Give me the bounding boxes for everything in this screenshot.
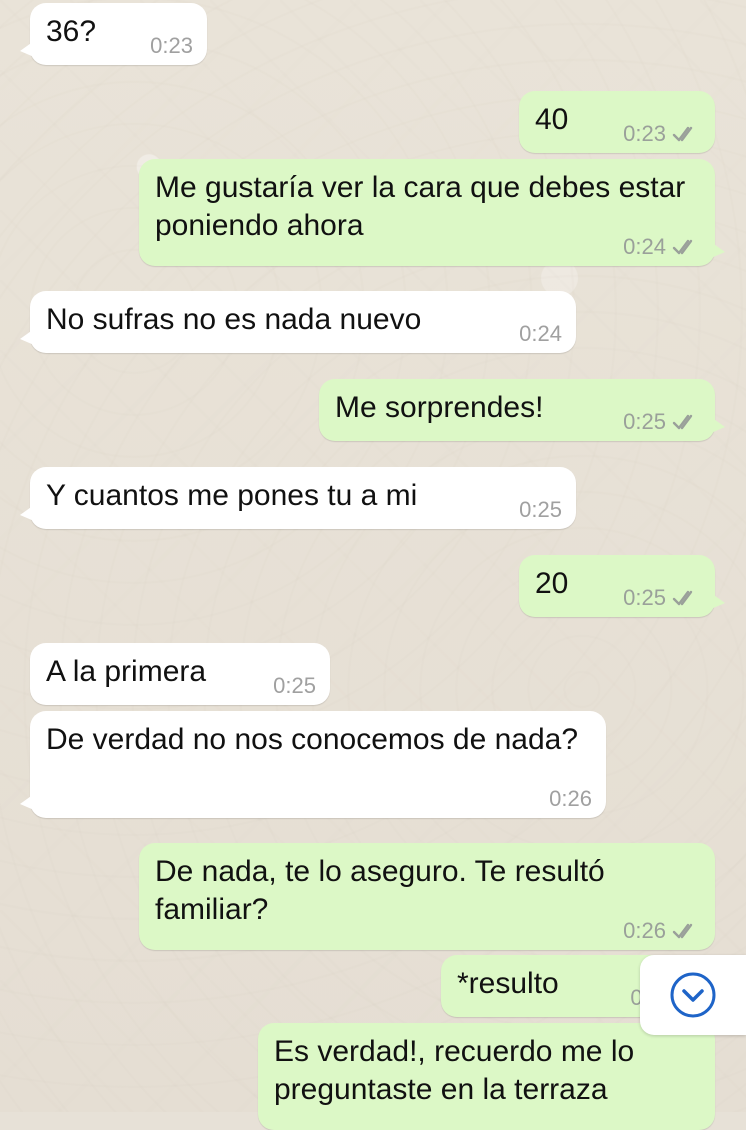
read-ticks-icon <box>672 126 693 142</box>
message-text: *resulto <box>457 967 559 1000</box>
message-time: 0:23 <box>150 33 193 58</box>
message-bubble[interactable]: 20 0:25 <box>519 555 725 617</box>
message-time: 0:25 <box>623 585 666 610</box>
message-text: No sufras no es nada nuevo <box>46 303 422 336</box>
message-text: De nada, te lo aseguro. Te resultó famil… <box>155 855 605 927</box>
message-text: Es verdad!, recuerdo me lo preguntaste e… <box>274 1035 635 1107</box>
message-time: 0:24 <box>519 321 562 346</box>
message-text: Y cuantos me pones tu a mi <box>46 479 418 512</box>
message-bubble[interactable]: Me sorprendes! 0:25 <box>319 379 725 441</box>
read-ticks-icon <box>672 239 693 255</box>
message-bubble[interactable]: 40 0:23 <box>519 91 715 153</box>
message-text: De verdad no nos conocemos de nada? <box>46 723 579 756</box>
message-bubble[interactable]: *resulto 0:2 <box>441 955 671 1017</box>
read-ticks-icon <box>672 923 693 939</box>
message-time: 0:26 <box>549 786 592 811</box>
message-time: 0:26 <box>623 918 666 943</box>
message-time: 0:25 <box>623 409 666 434</box>
message-bubble[interactable]: No sufras no es nada nuevo 0:24 <box>20 291 576 353</box>
message-bubble[interactable]: A la primera 0:25 <box>30 643 330 705</box>
message-bubble[interactable]: 36? 0:23 <box>20 3 207 65</box>
message-meta: 0:26 <box>623 920 701 942</box>
message-bubble[interactable]: De nada, te lo aseguro. Te resultó famil… <box>139 843 715 950</box>
message-meta: 0:25 <box>273 675 316 697</box>
message-time: 0:24 <box>623 234 666 259</box>
message-text: Me gustaría ver la cara que debes estar … <box>155 171 686 243</box>
message-meta: 0:25 <box>519 499 562 521</box>
message-meta: 0:23 <box>150 35 193 57</box>
message-time: 0:25 <box>519 497 562 522</box>
message-bubble[interactable]: Y cuantos me pones tu a mi 0:25 <box>20 467 576 529</box>
message-meta: 0:25 <box>623 411 701 433</box>
chevron-down-circle-icon <box>670 972 716 1018</box>
message-meta: 0:26 <box>549 788 592 810</box>
read-ticks-icon <box>672 590 693 606</box>
message-meta: 0:24 <box>623 236 701 258</box>
read-ticks-icon <box>672 414 693 430</box>
message-meta: 0:23 <box>623 123 701 145</box>
message-meta: 0:24 <box>519 323 562 345</box>
message-meta: 0:25 <box>623 587 701 609</box>
message-bubble[interactable]: De verdad no nos conocemos de nada? 0:26 <box>20 711 606 818</box>
message-time: 0:23 <box>623 121 666 146</box>
message-time: 0:25 <box>273 673 316 698</box>
scroll-down-button[interactable] <box>640 955 746 1035</box>
message-bubble[interactable]: Me gustaría ver la cara que debes estar … <box>139 159 725 266</box>
message-bubble[interactable]: Es verdad!, recuerdo me lo preguntaste e… <box>258 1023 715 1130</box>
